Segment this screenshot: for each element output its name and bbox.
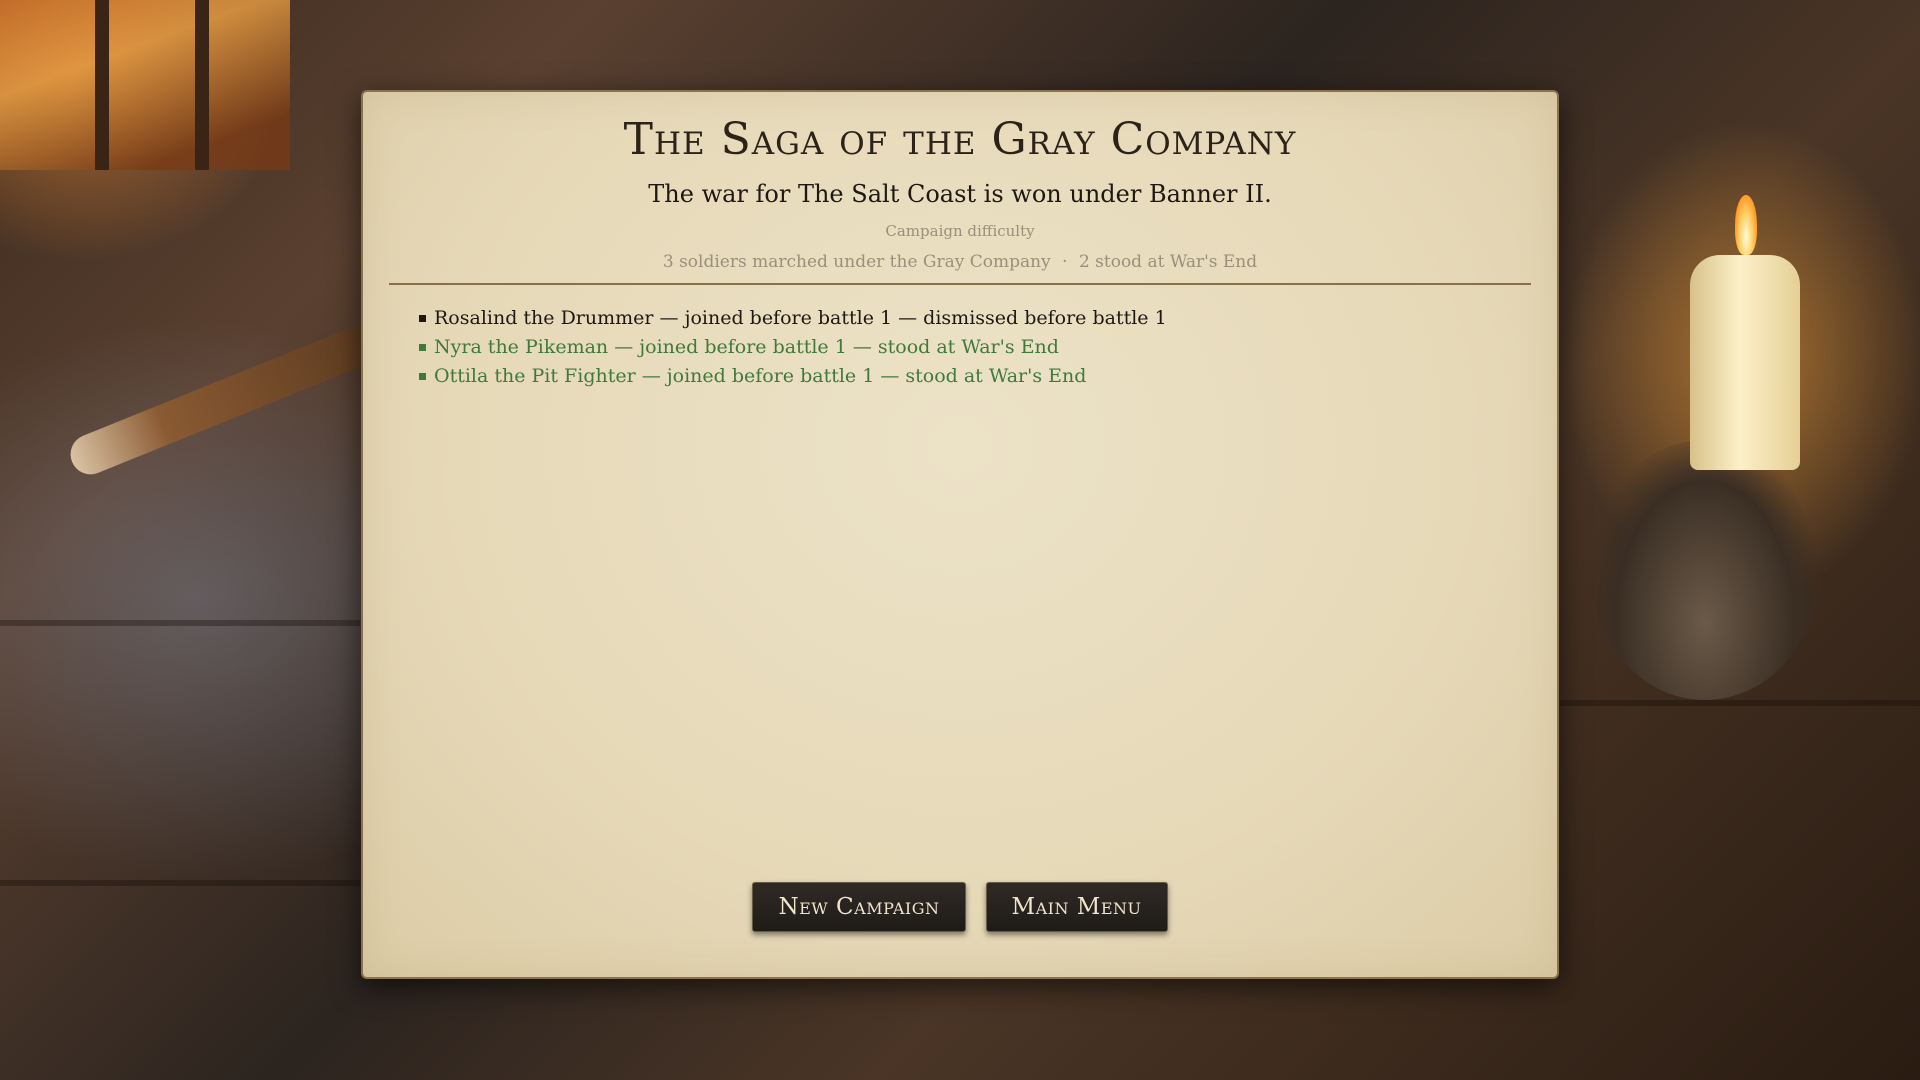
background-candle-flame [1735, 195, 1757, 255]
background-table-plank [0, 880, 360, 886]
divider [389, 283, 1531, 285]
background-candle-holder [1590, 440, 1820, 700]
roster-item: Rosalind the Drummer — joined before bat… [419, 304, 1167, 333]
bullet-icon [419, 373, 426, 380]
background-window-bar [95, 0, 109, 170]
bullet-icon [419, 344, 426, 351]
roster-item: Ottila the Pit Fighter — joined before b… [419, 362, 1167, 391]
stats-stood: 2 stood at War's End [1078, 252, 1258, 272]
soldier-roster: Rosalind the Drummer — joined before bat… [419, 304, 1167, 391]
roster-item: Nyra the Pikeman — joined before battle … [419, 333, 1167, 362]
company-stats: 3 soldiers marched under the Gray Compan… [363, 252, 1557, 272]
bullet-icon [419, 315, 426, 322]
background-window [0, 0, 290, 170]
roster-item-text: Nyra the Pikeman — joined before battle … [434, 336, 1059, 358]
action-buttons: New Campaign Main Menu [363, 882, 1557, 932]
background-window-bar [195, 0, 209, 170]
difficulty-label: Campaign difficulty [885, 222, 1035, 240]
stats-marched: 3 soldiers marched under the Gray Compan… [662, 252, 1051, 272]
page-title: The Saga of the Gray Company [623, 114, 1297, 165]
roster-item-text: Rosalind the Drummer — joined before bat… [434, 307, 1167, 329]
background-table-plank [0, 620, 360, 626]
stats-separator: · [1062, 252, 1068, 272]
campaign-summary-panel: The Saga of the Gray Company The war for… [361, 90, 1559, 979]
roster-item-text: Ottila the Pit Fighter — joined before b… [434, 365, 1087, 387]
background-table-plank [1560, 700, 1920, 706]
new-campaign-button[interactable]: New Campaign [752, 882, 966, 932]
main-menu-button[interactable]: Main Menu [985, 882, 1168, 932]
victory-message: The war for The Salt Coast is won under … [648, 180, 1272, 208]
background-quill [64, 319, 386, 481]
background-candle [1690, 255, 1800, 470]
